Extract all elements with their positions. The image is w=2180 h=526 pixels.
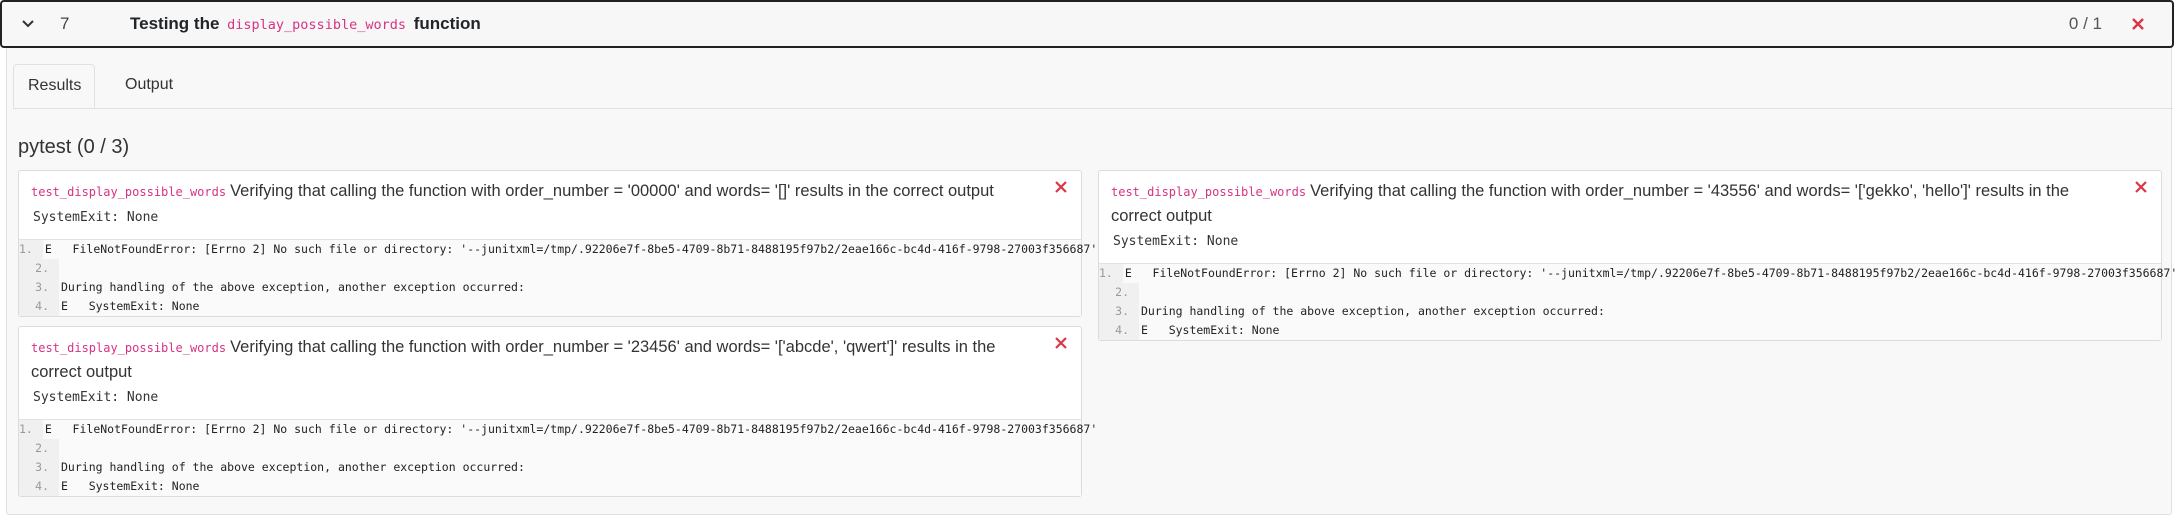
close-icon (1051, 333, 1071, 353)
close-icon (2131, 177, 2151, 197)
test-heading: test_display_possible_words Verifying tha… (19, 327, 1081, 384)
test-name: test_display_possible_words (31, 185, 227, 199)
traceback-line: 2. (19, 259, 1081, 278)
test-heading: test_display_possible_words Verifying tha… (19, 171, 1081, 204)
test-result-card: test_display_possible_words Verifying tha… (18, 170, 1097, 317)
exit-message: SystemExit: None (33, 210, 159, 225)
test-heading: test_display_possible_words Verifying tha… (1099, 171, 2161, 228)
task-number: 7 (60, 14, 70, 33)
traceback-line: 4. E SystemExit: None (1099, 321, 2161, 340)
exit-message: SystemExit: None (33, 390, 159, 405)
traceback-line: 3. During handling of the above exception… (19, 458, 1081, 477)
tab-results[interactable]: Results (13, 64, 95, 108)
exit-message: SystemExit: None (1113, 234, 1239, 249)
traceback-line: 1. E FileNotFoundError: [Errno 2] No such… (19, 240, 1097, 259)
traceback-line: 2. (19, 439, 1081, 458)
traceback-line: 3. During handling of the above exception… (1099, 302, 2161, 321)
result-tabs: Results Output (13, 64, 2173, 109)
traceback-line: 1. E FileNotFoundError: [Errno 2] No such… (19, 420, 1097, 439)
task-title: Testing the display_possible_words funct… (130, 14, 481, 33)
traceback-line: 2. (1099, 283, 2161, 302)
suite-title: pytest (0 / 3) (18, 136, 130, 158)
traceback: 1. E FileNotFoundError: [Errno 2] No such… (19, 239, 1097, 316)
task-score: 0 / 1 (2068, 14, 2102, 33)
traceback-line: 4. E SystemExit: None (19, 477, 1081, 496)
traceback-line: 4. E SystemExit: None (19, 297, 1081, 316)
function-name: display_possible_words (227, 17, 406, 33)
close-icon (2126, 12, 2150, 36)
test-description: Verifying that calling the function with… (230, 182, 994, 200)
task-header[interactable]: 7 Testing the display_possible_words fun… (0, 0, 2174, 48)
chevron-down-icon[interactable] (14, 10, 42, 38)
test-result-card: test_display_possible_words Verifying tha… (1098, 170, 2177, 341)
close-icon (1051, 177, 1071, 197)
traceback: 1. E FileNotFoundError: [Errno 2] No such… (19, 419, 1097, 496)
test-result-card: test_display_possible_words Verifying tha… (18, 326, 1097, 497)
traceback-line: 1. E FileNotFoundError: [Errno 2] No such… (1099, 264, 2177, 283)
traceback: 1. E FileNotFoundError: [Errno 2] No such… (1099, 263, 2177, 340)
test-name: test_display_possible_words (1111, 185, 1307, 199)
traceback-line: 3. During handling of the above exception… (19, 278, 1081, 297)
tab-output[interactable]: Output (111, 64, 187, 108)
test-name: test_display_possible_words (31, 341, 227, 355)
